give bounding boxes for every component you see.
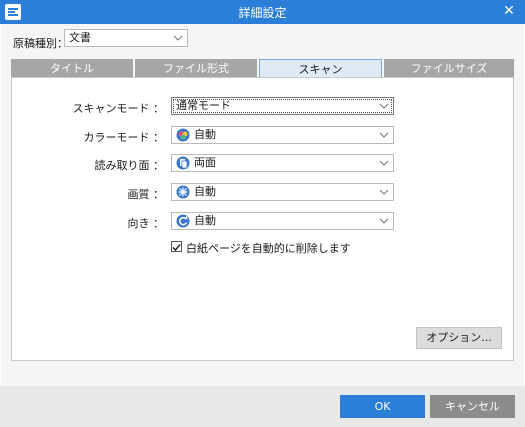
scan-mode-value: 通常モード — [176, 99, 231, 112]
color-mode-label: カラーモード ： — [83, 131, 165, 144]
orientation-select[interactable]: 自動 — [171, 212, 394, 230]
document-type-label: 原稿種別： — [13, 37, 68, 50]
chevron-down-icon — [379, 103, 389, 109]
chevron-down-icon — [379, 160, 389, 166]
rotation-icon — [176, 214, 190, 228]
color-mode-icon — [176, 128, 190, 142]
scan-mode-label: スキャンモード ： — [72, 102, 165, 115]
blank-page-checkbox[interactable] — [171, 241, 182, 252]
quality-label: 画質 ： — [127, 188, 165, 201]
blank-page-label: 白紙ページを自動的に削除します — [186, 242, 351, 255]
ok-button[interactable]: OK — [340, 395, 425, 418]
read-side-value: 両面 — [194, 156, 216, 169]
options-button[interactable]: オプション... — [416, 327, 502, 349]
quality-select[interactable]: 自動 — [171, 183, 394, 201]
tab-bar: タイトル ファイル形式 スキャン ファイルサイズ — [11, 59, 514, 78]
read-side-label: 読み取り面 ： — [94, 159, 165, 172]
chevron-down-icon — [379, 189, 389, 195]
color-mode-select[interactable]: 自動 — [171, 126, 394, 144]
duplex-icon — [176, 156, 190, 170]
quality-icon — [176, 185, 190, 199]
scan-mode-select[interactable]: 通常モード — [171, 97, 394, 115]
chevron-down-icon — [379, 218, 389, 224]
orientation-value: 自動 — [194, 214, 216, 227]
orientation-label: 向き ： — [127, 217, 165, 230]
read-side-select[interactable]: 両面 — [171, 154, 394, 172]
title-bar: 詳細設定 ✕ — [0, 0, 525, 24]
tab-file-format[interactable]: ファイル形式 — [135, 59, 257, 78]
document-type-value: 文書 — [69, 31, 91, 44]
close-icon[interactable]: ✕ — [501, 3, 517, 19]
tab-scan[interactable]: スキャン — [259, 59, 382, 78]
check-icon — [172, 244, 181, 252]
document-type-select[interactable]: 文書 — [64, 29, 188, 47]
tab-file-size[interactable]: ファイルサイズ — [384, 59, 514, 78]
window-title: 詳細設定 — [238, 6, 287, 20]
quality-value: 自動 — [194, 185, 216, 198]
chevron-down-icon — [173, 35, 183, 41]
chevron-down-icon — [379, 132, 389, 138]
color-mode-value: 自動 — [194, 128, 216, 141]
cancel-button[interactable]: キャンセル — [430, 395, 515, 418]
tab-title[interactable]: タイトル — [11, 59, 133, 78]
